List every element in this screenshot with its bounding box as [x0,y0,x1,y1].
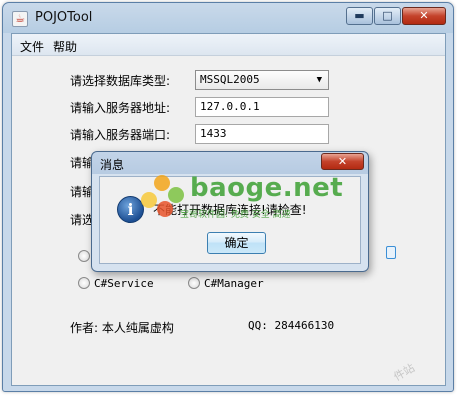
radio-csharp-service[interactable] [78,277,90,289]
menu-help[interactable]: 帮助 [53,38,77,55]
radio-csharp-service-label: C#Service [94,277,154,290]
dialog-message: 不能打开数据库连接!请检查! [153,203,307,217]
java-app-icon: ☕ [12,11,28,27]
close-button[interactable]: ✕ [402,7,446,25]
server-port-input[interactable]: 1433 [195,124,329,144]
db-type-select[interactable]: MSSQL2005 ▼ [195,70,329,90]
qq-text: QQ: 284466130 [248,319,335,332]
window-title: POJOTool [35,10,93,25]
radio-csharp-manager[interactable] [188,277,200,289]
server-address-label: 请输入服务器地址: [70,101,171,115]
dialog-close-button[interactable]: ✕ [321,153,364,170]
side-button[interactable] [386,246,396,259]
server-port-label: 请输入服务器端口: [70,128,171,142]
maximize-button[interactable]: □ [374,7,401,25]
db-type-label: 请选择数据库类型: [70,74,171,88]
db-type-value: MSSQL2005 [200,73,260,86]
author-text: 作者: 本人纯属虚构 [70,321,174,335]
menu-file[interactable]: 文件 [20,38,44,55]
chevron-down-icon: ▼ [316,75,322,85]
radio-top-left[interactable] [78,250,90,262]
message-dialog: 消息 ✕ i 不能打开数据库连接!请检查! 确定 [91,151,369,272]
title-bar[interactable]: ☕ POJOTool ▬ □ ✕ [3,3,453,33]
ok-button[interactable]: 确定 [207,232,266,254]
dialog-title: 消息 [100,158,125,172]
radio-csharp-manager-label: C#Manager [204,277,264,290]
minimize-button[interactable]: ▬ [346,7,373,25]
menu-bar: 文件 帮助 [12,34,445,56]
dialog-body: i 不能打开数据库连接!请检查! 确定 [99,176,361,264]
info-icon: i [117,196,144,223]
server-address-input[interactable]: 127.0.0.1 [195,97,329,117]
